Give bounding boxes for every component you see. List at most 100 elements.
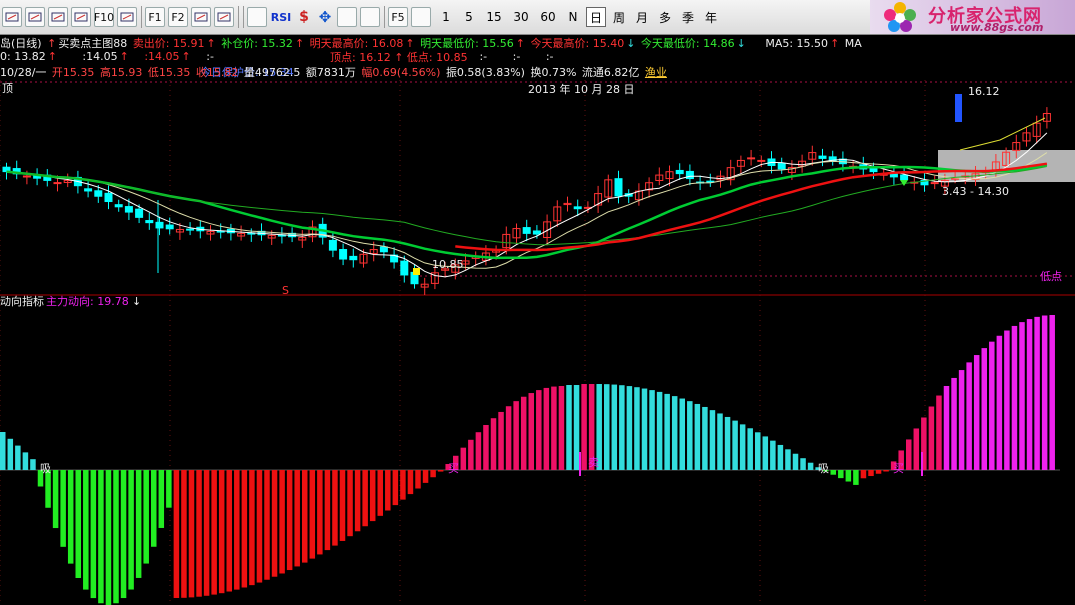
candle	[543, 214, 552, 246]
bar-amplitude: 振0.58(3.83%)	[445, 66, 525, 79]
period-3[interactable]: 30	[509, 7, 533, 27]
indicator-bar	[0, 432, 6, 470]
period-4[interactable]: 60	[536, 7, 560, 27]
indicator-bar	[362, 470, 368, 527]
candle	[828, 150, 837, 166]
candle	[308, 220, 317, 243]
candle	[869, 162, 878, 180]
indicator-bar	[422, 470, 429, 483]
indicator-bar	[906, 439, 912, 470]
arrow-down-icon: ↓	[736, 37, 746, 50]
chart-icon[interactable]	[247, 7, 267, 27]
industry-link[interactable]: 渔业	[645, 64, 667, 80]
info-row-4: 10/28/一 开15.35 高15.93 低15.35 收15.82 量497…	[0, 64, 669, 79]
indicator-bar	[664, 393, 670, 470]
indicator-bar	[996, 335, 1003, 470]
indicator-bar	[188, 470, 195, 598]
indicator-bar	[22, 452, 29, 470]
candle-body	[930, 182, 939, 185]
kline-icon[interactable]	[2, 7, 22, 27]
arrow-down-icon: ↓	[132, 295, 141, 308]
buy-marker: 买	[893, 462, 904, 475]
ma5-line	[6, 132, 1048, 278]
trend-line-icon[interactable]	[25, 7, 45, 27]
period-10[interactable]: 季	[678, 7, 698, 27]
indicator-bar	[151, 470, 157, 547]
period-1[interactable]: 5	[459, 7, 479, 27]
indicator-bar	[166, 470, 172, 508]
candle	[1022, 127, 1031, 147]
indicator-bar	[309, 470, 316, 559]
indicator-bar	[762, 436, 769, 470]
indicator-bar	[347, 470, 353, 537]
period-5[interactable]: N	[563, 7, 583, 27]
add-icon[interactable]	[360, 7, 380, 27]
indicator-bar	[838, 470, 844, 479]
f1-icon[interactable]: F1	[145, 7, 165, 27]
indicator-bar	[634, 387, 640, 470]
indicator-bar	[966, 362, 972, 470]
indicator-bar	[400, 470, 406, 500]
period-11[interactable]: 年	[701, 7, 721, 27]
period-9[interactable]: 多	[655, 7, 675, 27]
period-0[interactable]: 1	[436, 7, 456, 27]
move-icon[interactable]: ✥	[316, 7, 334, 27]
indicator-bar	[60, 470, 66, 547]
candle	[237, 225, 246, 241]
table-icon[interactable]	[71, 7, 91, 27]
zoom-icon[interactable]	[214, 7, 234, 27]
calculator-icon[interactable]	[191, 7, 211, 27]
candle	[1032, 115, 1041, 144]
indicator-bar	[536, 390, 542, 470]
bar-float: 流通6.82亿	[581, 66, 640, 79]
stock-title: 岛(日线)	[0, 37, 42, 50]
candle	[614, 170, 623, 204]
indicator-bar	[951, 377, 957, 470]
candle-body	[339, 249, 348, 260]
indicator-bar	[702, 406, 708, 470]
indicator-bar	[1019, 322, 1025, 470]
dollar-icon[interactable]: $	[295, 7, 313, 27]
candle	[165, 217, 174, 235]
indicator-bar	[724, 416, 731, 470]
f2-icon[interactable]: F2	[168, 7, 188, 27]
switch-icon[interactable]	[411, 7, 431, 27]
indicator-bar	[573, 385, 580, 470]
candle	[645, 177, 654, 198]
bar-chart-icon[interactable]	[48, 7, 68, 27]
news-icon[interactable]	[117, 7, 137, 27]
indicator-bar	[98, 470, 104, 604]
indicator-bar	[67, 470, 74, 564]
candle	[930, 175, 939, 190]
indicator-bar	[158, 470, 165, 528]
candle	[512, 223, 521, 245]
indicator-bar	[83, 470, 89, 590]
indicator-bar	[936, 395, 942, 470]
indicator-bar	[120, 470, 127, 599]
period-6[interactable]: 日	[586, 7, 606, 27]
rsi-button[interactable]: RSI	[270, 7, 292, 27]
today-high: 今天最高价: 15.40	[530, 37, 625, 50]
indicator-bar	[868, 470, 874, 477]
indicator-bar	[415, 470, 421, 489]
f5-button[interactable]: F5	[388, 7, 408, 27]
formula-name: 买卖点主图88	[58, 37, 128, 50]
period-8[interactable]: 月	[632, 7, 652, 27]
candle	[390, 247, 399, 269]
candle-body	[124, 206, 133, 213]
arrow-up-icon: ↑	[515, 37, 525, 50]
indicator-bar	[913, 428, 920, 470]
indicator-bar	[475, 432, 482, 470]
chart-canvas[interactable]: 顶 2013 年 10 月 28 日 16.12 低点 3.43 - 14.30 S 10.…	[0, 80, 1075, 605]
candle-body	[22, 175, 31, 178]
export-icon[interactable]	[337, 7, 357, 27]
candle	[206, 225, 215, 241]
f10-icon[interactable]: F10	[94, 7, 114, 27]
period-7[interactable]: 周	[609, 7, 629, 27]
indicator-bar	[770, 440, 776, 470]
indicator-bar	[1011, 325, 1018, 470]
period-2[interactable]: 15	[482, 7, 506, 27]
indicator-bar	[90, 470, 97, 599]
indicator-bar	[113, 470, 119, 604]
value-3: :14.05	[144, 50, 180, 63]
